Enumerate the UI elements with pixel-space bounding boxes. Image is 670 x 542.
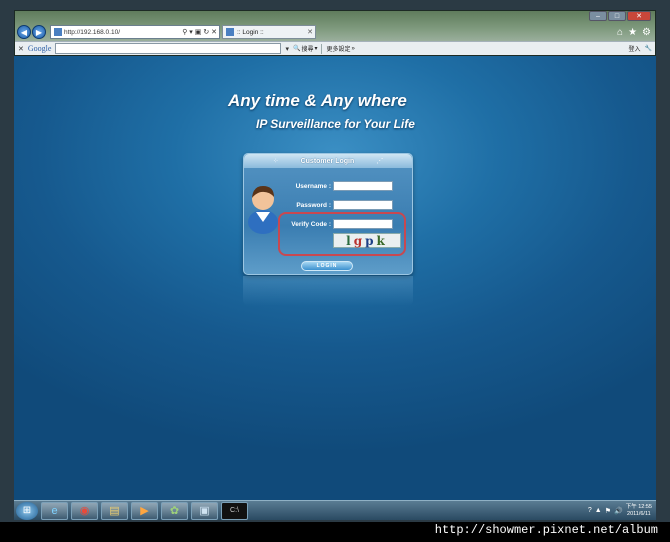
google-logo: Google: [27, 44, 52, 53]
tab-login[interactable]: :: Login :: ✕: [222, 25, 316, 39]
clock[interactable]: 下午 12:55 2011/6/11: [626, 504, 652, 518]
app-taskbar-icon[interactable]: ✿: [161, 501, 188, 520]
user-avatar-icon: [248, 186, 278, 234]
folder-taskbar-icon[interactable]: ▤: [101, 501, 128, 520]
home-icon[interactable]: ⌂: [617, 27, 623, 38]
toolbar-login-label[interactable]: 登入: [629, 44, 641, 53]
windows-taskbar: ⊞ e ◉ ▤ ▶ ✿ ▣ C:\ ? ▲ ⚑ 🔊 下午 12:55 2011/…: [14, 500, 656, 520]
double-chevron-icon: »: [351, 45, 355, 52]
volume-icon[interactable]: 🔊: [614, 507, 623, 515]
more-settings-button[interactable]: 更多設定 »: [326, 44, 355, 54]
password-label: Password :: [296, 201, 331, 209]
wrench-icon[interactable]: 🔧: [645, 45, 652, 52]
tray-arrow-icon[interactable]: ▲: [595, 507, 602, 514]
back-button[interactable]: ◀: [17, 25, 31, 39]
favorites-star-icon[interactable]: ★: [628, 27, 637, 38]
browser-window: – □ ✕ ◀ ▶ http://192.168.0.10/ ⚲ ▾ ▣ ↻ ✕…: [0, 0, 670, 522]
login-panel-title: Customer Login: [300, 157, 355, 165]
page-subheadline: IP Surveillance for Your Life: [256, 117, 415, 131]
tab-close-icon[interactable]: ✕: [307, 28, 315, 36]
help-icon[interactable]: ?: [588, 507, 592, 514]
search-icon: 🔍: [292, 46, 301, 52]
toolbar-close-icon[interactable]: ✕: [18, 45, 24, 53]
header-left-icon: ⁘: [272, 158, 279, 165]
start-button[interactable]: ⊞: [16, 501, 38, 520]
address-bar[interactable]: http://192.168.0.10/ ⚲ ▾ ▣ ↻ ✕: [50, 25, 220, 39]
toolbar-right: 登入 🔧: [629, 44, 656, 53]
more-settings-label: 更多設定: [326, 47, 351, 53]
close-button[interactable]: ✕: [627, 11, 651, 21]
search-button[interactable]: 🔍 搜尋 ▾: [293, 44, 318, 53]
google-search-input[interactable]: [55, 43, 282, 54]
page-viewport: Any time & Any where IP Surveillance for…: [14, 56, 656, 500]
system-tray: ? ▲ ⚑ 🔊 下午 12:55 2011/6/11: [588, 504, 656, 518]
panel-reflection: [243, 276, 413, 306]
username-row: Username :: [284, 181, 393, 191]
ie-taskbar-icon[interactable]: e: [41, 501, 68, 520]
maximize-button[interactable]: □: [608, 11, 626, 21]
chrome-taskbar-icon[interactable]: ◉: [71, 501, 98, 520]
tab-page-icon: [226, 28, 234, 36]
search-dropdown-icon[interactable]: ▾: [285, 45, 289, 53]
watermark-url: http://showmer.pixnet.net/album: [434, 523, 658, 537]
address-url[interactable]: http://192.168.0.10/: [64, 29, 180, 36]
password-row: Password :: [284, 200, 393, 210]
login-panel-header: ⁘ Customer Login ⋰: [244, 154, 412, 168]
verify-code-highlight: [278, 212, 406, 256]
flag-icon[interactable]: ⚑: [605, 507, 611, 515]
browser-chrome: – □ ✕ ◀ ▶ http://192.168.0.10/ ⚲ ▾ ▣ ↻ ✕…: [14, 10, 656, 56]
tab-title: :: Login ::: [237, 28, 264, 36]
clock-time: 下午 12:55: [625, 503, 652, 510]
network-taskbar-icon[interactable]: ▣: [191, 501, 218, 520]
search-chevron-icon: ▾: [314, 46, 318, 52]
login-button[interactable]: LOGIN: [301, 261, 353, 271]
navigation-row: ◀ ▶ http://192.168.0.10/ ⚲ ▾ ▣ ↻ ✕ :: Lo…: [17, 23, 655, 41]
page-icon: [54, 28, 62, 36]
share-icon: ⋰: [376, 158, 384, 165]
toolbar-divider: [321, 43, 323, 54]
minimize-button[interactable]: –: [589, 11, 607, 21]
google-toolbar: ✕ Google ▾ 🔍 搜尋 ▾ 更多設定 » 登入 🔧: [15, 41, 655, 55]
forward-button[interactable]: ▶: [32, 25, 46, 39]
gear-icon[interactable]: ⚙: [642, 27, 651, 38]
window-controls: – □ ✕: [589, 11, 651, 21]
search-button-label: 搜尋: [301, 47, 314, 53]
page-headline: Any time & Any where: [228, 91, 407, 110]
username-label: Username :: [295, 182, 331, 190]
password-input[interactable]: [333, 200, 393, 210]
username-input[interactable]: [333, 181, 393, 191]
browser-icons: ⌂ ★ ⚙: [617, 27, 655, 38]
clock-date: 2011/6/11: [627, 510, 651, 517]
terminal-taskbar-icon[interactable]: C:\: [221, 501, 248, 520]
media-player-taskbar-icon[interactable]: ▶: [131, 501, 158, 520]
address-controls[interactable]: ⚲ ▾ ▣ ↻ ✕: [182, 28, 219, 36]
